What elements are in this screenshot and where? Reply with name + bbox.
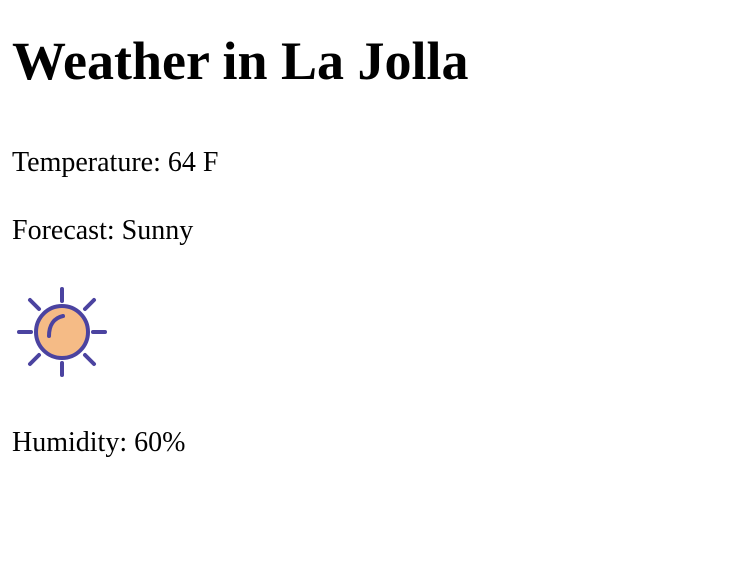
page-title: Weather in La Jolla	[12, 31, 469, 91]
sun-svg	[17, 287, 107, 377]
temperature-text: Temperature: 64 F	[12, 147, 219, 178]
humidity-text: Humidity: 60%	[12, 427, 186, 458]
weather-page: Weather in La Jolla Temperature: 64 F Fo…	[0, 0, 730, 562]
forecast-text: Forecast: Sunny	[12, 215, 194, 246]
sun-icon	[15, 285, 109, 379]
